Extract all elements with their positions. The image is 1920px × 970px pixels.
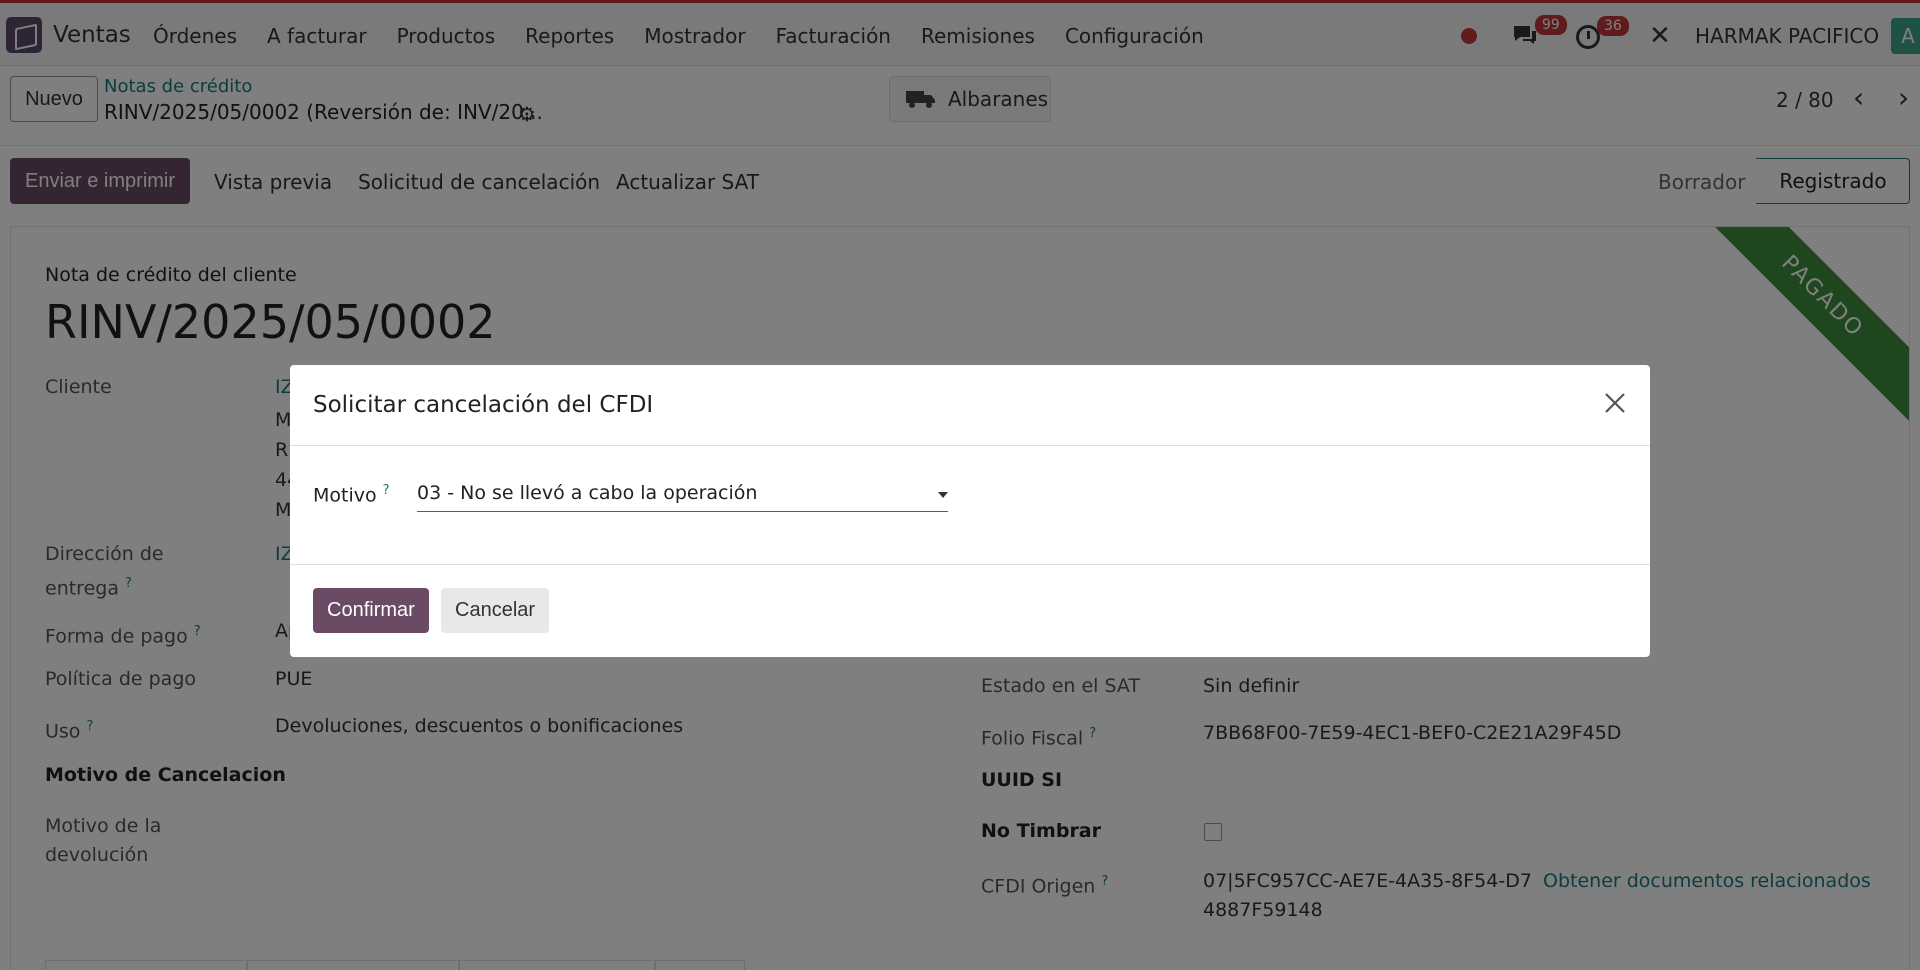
reason-select-value: 03 - No se llevó a cabo la operación: [417, 482, 758, 504]
close-icon[interactable]: [1603, 391, 1627, 415]
reason-label: Motivo ?: [313, 483, 390, 507]
help-icon[interactable]: ?: [383, 483, 390, 498]
dialog-title: Solicitar cancelación del CFDI: [313, 392, 654, 418]
cancel-button[interactable]: Cancelar: [441, 588, 550, 633]
confirm-button[interactable]: Confirmar: [313, 588, 429, 633]
reason-select[interactable]: 03 - No se llevó a cabo la operación: [417, 482, 948, 512]
dialog-header-divider: [290, 445, 1650, 446]
caret-down-icon: [938, 492, 948, 498]
dialog-footer-divider: [290, 564, 1650, 565]
cancel-cfdi-dialog: Solicitar cancelación del CFDI Motivo ? …: [290, 365, 1650, 657]
